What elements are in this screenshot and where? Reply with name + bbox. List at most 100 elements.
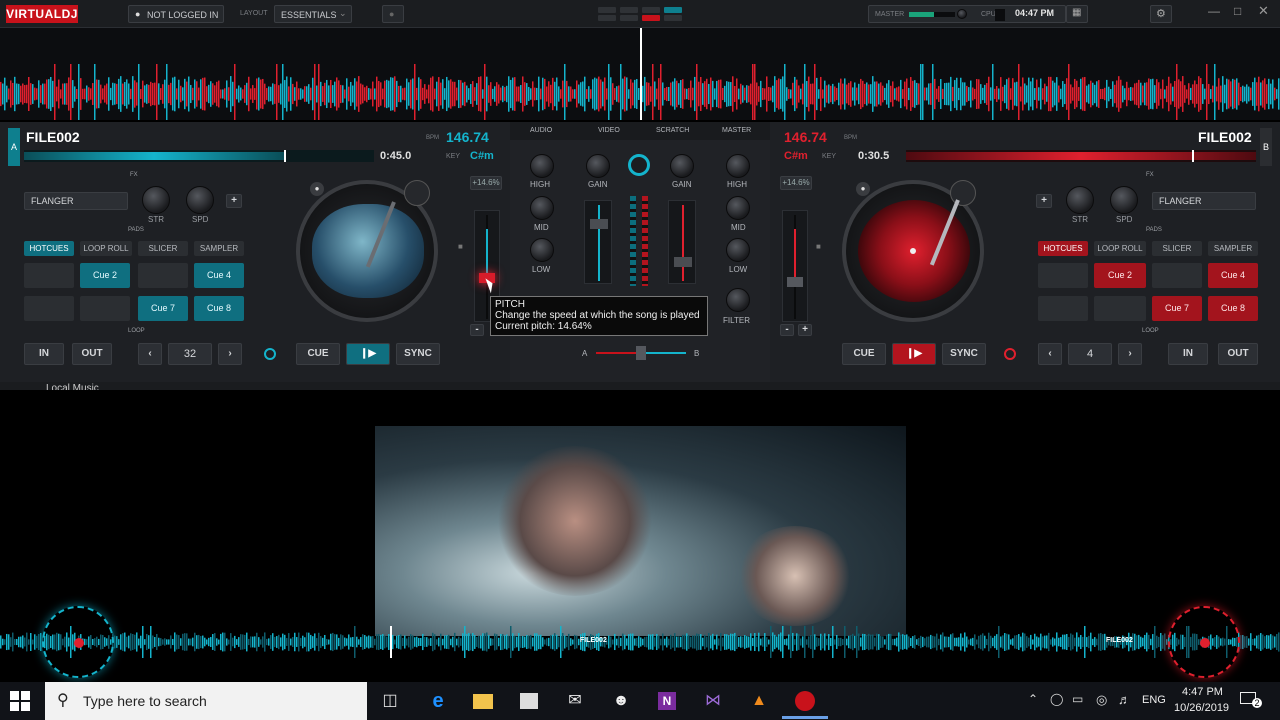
deck-b-pitch-handle[interactable]	[787, 277, 803, 287]
deck-a-pad-1[interactable]	[24, 263, 74, 288]
deck-b-play-button[interactable]: ❙▶	[892, 343, 936, 365]
deck-b-pitch-minus-button[interactable]: -	[780, 324, 794, 336]
deck-b-pad-6[interactable]	[1094, 296, 1146, 321]
deck-b-pad-5[interactable]	[1038, 296, 1088, 321]
deck-b-tab-sampler[interactable]: SAMPLER	[1208, 241, 1258, 256]
meet-now-icon[interactable]: ◯	[1050, 692, 1063, 706]
deck-b-str-knob[interactable]	[1066, 186, 1094, 214]
deck-b-overview-waveform[interactable]	[906, 150, 1256, 162]
store-icon[interactable]	[514, 686, 544, 716]
mixer-b-volume-fader[interactable]	[668, 200, 696, 284]
deck-b-loop-length[interactable]: 4	[1068, 343, 1112, 365]
deck-a-pitch-minus-button[interactable]: -	[470, 324, 484, 336]
minimize-icon[interactable]: —	[1208, 4, 1220, 18]
deck-a-loop-double-button[interactable]: ›	[218, 343, 242, 365]
mixer-tab-audio[interactable]: AUDIO	[530, 127, 552, 134]
deck-b-pad-7[interactable]: Cue 7	[1152, 296, 1202, 321]
volume-icon[interactable]: ♬	[1118, 692, 1131, 707]
deck-b-pitch-range[interactable]: +14.6%	[780, 176, 812, 190]
calendar-button[interactable]: ▦	[1066, 5, 1088, 23]
deck-a-pitch-range[interactable]: +14.6%	[470, 176, 502, 190]
deck-b-in-button[interactable]: IN	[1168, 343, 1208, 365]
layout-select[interactable]: ESSENTIALS ⌄	[274, 5, 352, 23]
deck-b-spd-knob[interactable]	[1110, 186, 1138, 214]
deck-a-loop-length[interactable]: 32	[168, 343, 212, 365]
mixer-a-low-knob[interactable]	[530, 238, 554, 262]
deck-b-pitch-slider[interactable]	[782, 210, 808, 322]
mixer-a-volume-fader[interactable]	[584, 200, 612, 284]
taskbar-search-box[interactable]: ⚲ Type here to search	[45, 682, 367, 720]
settings-button[interactable]: ⚙	[1150, 5, 1172, 23]
mixer-tab-video[interactable]: VIDEO	[598, 127, 620, 134]
deck-b-pad-8[interactable]: Cue 8	[1208, 296, 1258, 321]
deck-a-pad-2[interactable]: Cue 2	[80, 263, 130, 288]
deck-b-pad-4[interactable]: Cue 4	[1208, 263, 1258, 288]
close-icon[interactable]: ✕	[1258, 3, 1269, 19]
mixer-b-mid-knob[interactable]	[726, 196, 750, 220]
deck-a-overview-waveform[interactable]	[24, 150, 374, 162]
deck-b-tab-slicer[interactable]: SLICER	[1152, 241, 1202, 256]
deck-a-fx-add-button[interactable]: +	[226, 194, 242, 208]
view-selector[interactable]	[598, 7, 684, 21]
deck-b-fx-add-button[interactable]: +	[1036, 194, 1052, 208]
mixer-a-fader-handle[interactable]	[590, 219, 608, 229]
deck-a-sync-button[interactable]: SYNC	[396, 343, 440, 365]
deck-b-lock-icon[interactable]: ■	[816, 242, 821, 251]
taskbar-time[interactable]: 4:47 PM	[1182, 686, 1223, 698]
mixer-a-gain-knob[interactable]	[586, 154, 610, 178]
deck-a-keylock-icon[interactable]: ●	[310, 182, 324, 196]
deck-b-pitch-plus-button[interactable]: +	[798, 324, 812, 336]
mixer-tab-master[interactable]: MASTER	[722, 127, 751, 134]
deck-a-spd-knob[interactable]	[186, 186, 214, 214]
mixer-master-sync-knob[interactable]	[628, 154, 650, 176]
deck-b-tab-hotcues[interactable]: HOTCUES	[1038, 241, 1088, 256]
mixer-b-gain-knob[interactable]	[670, 154, 694, 178]
mixer-a-high-knob[interactable]	[530, 154, 554, 178]
deck-a-pad-8[interactable]: Cue 8	[194, 296, 244, 321]
rhythm-waveform[interactable]	[0, 28, 1280, 120]
deck-a-play-button[interactable]: ❙▶	[346, 343, 390, 365]
deck-a-cue-button[interactable]: CUE	[296, 343, 340, 365]
windows-start-icon[interactable]	[10, 691, 30, 711]
vlc-icon[interactable]: ▲	[744, 686, 774, 716]
language-indicator[interactable]: ENG	[1142, 694, 1166, 706]
deck-b-jogwheel[interactable]	[842, 180, 984, 322]
deck-a-pad-3[interactable]	[138, 263, 188, 288]
network-icon[interactable]: ◎	[1096, 692, 1107, 708]
people-icon[interactable]: ☻	[606, 686, 636, 716]
task-view-icon[interactable]: ◫	[375, 686, 405, 716]
deck-b-out-button[interactable]: OUT	[1218, 343, 1258, 365]
deck-a-pad-5[interactable]	[24, 296, 74, 321]
deck-b-cue-button[interactable]: CUE	[842, 343, 886, 365]
mixer-b-high-knob[interactable]	[726, 154, 750, 178]
deck-a-tab-loop-roll[interactable]: LOOP ROLL	[80, 241, 132, 256]
deck-a-pad-6[interactable]	[80, 296, 130, 321]
deck-b-loop-half-button[interactable]: ‹	[1038, 343, 1062, 365]
deck-a-str-knob[interactable]	[142, 186, 170, 214]
deck-a-tab-sampler[interactable]: SAMPLER	[194, 241, 244, 256]
deck-a-pad-7[interactable]: Cue 7	[138, 296, 188, 321]
deck-a-in-button[interactable]: IN	[24, 343, 64, 365]
maximize-icon[interactable]: □	[1234, 4, 1241, 18]
deck-a-out-button[interactable]: OUT	[72, 343, 112, 365]
deck-b-pad-2[interactable]: Cue 2	[1094, 263, 1146, 288]
login-button[interactable]: ● NOT LOGGED IN	[128, 5, 224, 23]
deck-b-pad-1[interactable]	[1038, 263, 1088, 288]
notification-center-icon[interactable]: 2	[1240, 690, 1262, 710]
deck-a-lock-icon[interactable]: ■	[458, 242, 463, 251]
chevron-up-icon[interactable]: ⌃	[1028, 692, 1038, 706]
deck-a-fx-select[interactable]: FLANGER	[24, 192, 128, 210]
deck-b-loop-ring-icon[interactable]	[1004, 348, 1016, 360]
deck-b-pad-3[interactable]	[1152, 263, 1202, 288]
visual-studio-icon[interactable]: ⋈	[698, 686, 728, 716]
deck-a-jogwheel[interactable]	[296, 180, 438, 322]
mail-icon[interactable]: ✉	[560, 686, 590, 716]
taskbar-date[interactable]: 10/26/2019	[1174, 702, 1229, 714]
record-button[interactable]: ●	[382, 5, 404, 23]
mixer-b-low-knob[interactable]	[726, 238, 750, 262]
mixer-filter-knob[interactable]	[726, 288, 750, 312]
battery-icon[interactable]: ▭	[1072, 692, 1083, 706]
master-volume-knob[interactable]	[957, 9, 967, 19]
onenote-icon[interactable]: N	[652, 686, 682, 716]
deck-b-tab-loop-roll[interactable]: LOOP ROLL	[1094, 241, 1146, 256]
